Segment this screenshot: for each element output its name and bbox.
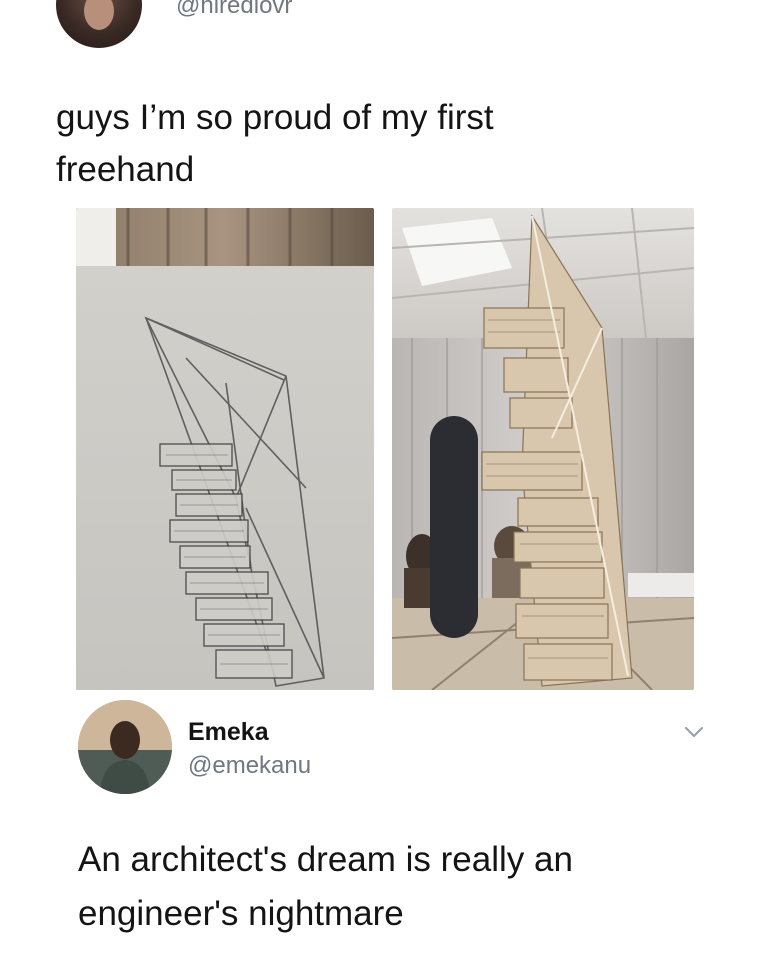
reply-text: An architect's dream is really an engine… bbox=[78, 833, 718, 941]
reply-handle[interactable]: @emekanu bbox=[188, 752, 311, 780]
tweet-text-line-2: freehand bbox=[56, 150, 195, 189]
chevron-down-icon[interactable] bbox=[682, 720, 706, 744]
tweet-text-line-1: guys I’m so proud of my first bbox=[56, 98, 494, 137]
tweet-text: guys I’m so proud of my first freehand bbox=[56, 92, 616, 196]
reply-text-line-1: An architect's dream is really an bbox=[78, 840, 573, 879]
model-photo[interactable] bbox=[392, 208, 694, 690]
reply-text-line-2: engineer's nightmare bbox=[78, 894, 404, 933]
reply-display-name[interactable]: Emeka bbox=[188, 718, 269, 747]
reply-avatar[interactable] bbox=[78, 700, 172, 794]
author-avatar[interactable] bbox=[56, 0, 142, 48]
sketch-photo[interactable] bbox=[76, 208, 374, 690]
author-handle[interactable]: @hiredlovr bbox=[176, 0, 292, 20]
